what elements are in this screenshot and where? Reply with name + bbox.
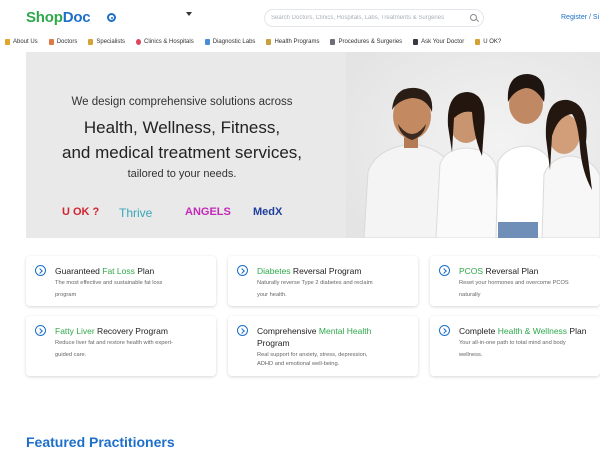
nav-label: Diagnostic Labs <box>212 39 256 45</box>
search-icon[interactable] <box>470 14 477 21</box>
nav-diagnostic-labs[interactable]: Diagnostic Labs <box>204 39 256 45</box>
hero-title-line-2: and medical treatment services, <box>62 143 302 162</box>
title-highlight: Mental Health <box>318 326 372 336</box>
arrow-circle-icon <box>35 265 46 276</box>
program-title: PCOS Reversal Plan <box>459 265 600 277</box>
nav-label: Health Programs <box>274 39 320 45</box>
shopdoc-logo[interactable]: ShopDoc <box>26 9 91 26</box>
program-description: Reduce liver fat and restore health with… <box>55 340 173 346</box>
title-text: Program <box>257 338 290 348</box>
title-text: Complete <box>459 326 498 336</box>
program-title: Comprehensive Mental Health Program <box>257 325 413 349</box>
title-highlight: Fatty Liver <box>55 326 95 336</box>
nav-clinics-hospitals[interactable]: Clinics & Hospitals <box>136 39 194 45</box>
title-text: Guaranteed <box>55 266 103 276</box>
program-card-fatty-liver[interactable]: Fatty Liver Recovery Program Reduce live… <box>26 316 216 376</box>
program-card-mental-health[interactable]: Comprehensive Mental Health Program Real … <box>228 316 418 376</box>
program-description: Your all-in-one path to total mind and b… <box>459 340 566 346</box>
hero-title: Health, Wellness, Fitness, and medical t… <box>26 115 338 165</box>
brand-medx-logo[interactable]: MedX <box>253 206 282 218</box>
title-text: Plan <box>134 266 155 276</box>
nav-u-ok[interactable]: U OK? <box>475 39 501 45</box>
nav-health-programs[interactable]: Health Programs <box>266 39 319 45</box>
boy-jeans <box>498 222 538 238</box>
girl-dress <box>435 147 499 238</box>
title-highlight: Diabetes <box>257 266 291 276</box>
brand-logos: U OK ? Thrive ANGELS MedX <box>62 206 302 222</box>
lab-icon <box>204 39 210 45</box>
heart-icon <box>475 39 481 45</box>
arrow-circle-icon <box>35 325 46 336</box>
title-highlight: Health & Wellness <box>497 326 568 336</box>
family-photo <box>346 52 600 238</box>
doctor-icon <box>48 39 54 45</box>
program-description: naturally <box>459 292 481 298</box>
specialist-icon <box>88 39 94 45</box>
title-text: Reversal Plan <box>483 266 539 276</box>
title-highlight: PCOS <box>459 266 484 276</box>
program-description: program <box>55 292 77 298</box>
title-text: Plan <box>567 326 587 336</box>
program-description: wellness. <box>459 352 483 358</box>
register-signin-link[interactable]: Register / Si <box>561 14 599 21</box>
program-icon <box>266 39 272 45</box>
brand-uok-logo[interactable]: U OK ? <box>62 206 99 218</box>
nav-ask-your-doctor[interactable]: Ask Your Doctor <box>413 39 464 45</box>
nav-procedures-surgeries[interactable]: Procedures & Surgeries <box>330 39 402 45</box>
hero-title-line-1: Health, Wellness, Fitness, <box>83 118 281 137</box>
program-title: Complete Health & Wellness Plan <box>459 325 600 337</box>
arrow-circle-icon <box>237 325 248 336</box>
procedure-icon <box>330 39 336 45</box>
hero-banner: We design comprehensive solutions across… <box>26 52 600 238</box>
arrow-circle-icon <box>439 325 450 336</box>
arrow-circle-icon <box>439 265 450 276</box>
nav-about-us[interactable]: About Us <box>5 39 38 45</box>
nav-label: Procedures & Surgeries <box>338 39 403 45</box>
logo-shop-text: Shop <box>26 9 63 26</box>
featured-practitioners-heading: Featured Practitioners <box>26 434 175 450</box>
program-description: The most effective and sustainable fat l… <box>55 280 163 286</box>
chevron-down-icon[interactable] <box>186 12 192 16</box>
nav-label: Specialists <box>96 39 126 45</box>
program-description: ADHD and emotional well-being. <box>257 361 340 367</box>
woman-top <box>541 155 600 238</box>
brand-thrive-logo[interactable]: Thrive <box>119 206 152 220</box>
main-nav: About Us Doctors Specialists Clinics & H… <box>0 34 600 50</box>
program-description: Reset your hormones and overcome PCOS <box>459 280 569 286</box>
logo-doc-text: Doc <box>62 9 91 26</box>
program-description: guided care. <box>55 352 87 358</box>
hospital-icon <box>136 39 142 45</box>
nav-doctors[interactable]: Doctors <box>48 39 78 45</box>
nav-label: About Us <box>13 39 38 45</box>
title-text: Reversal Program <box>290 266 362 276</box>
top-header: ShopDoc Register / Si <box>0 0 600 34</box>
title-text: Comprehensive <box>257 326 319 336</box>
program-card-diabetes[interactable]: Diabetes Reversal Program Naturally reve… <box>228 256 418 306</box>
title-text: Recovery Program <box>94 326 168 336</box>
hero-tagline: tailored to your needs. <box>127 168 237 180</box>
program-card-pcos[interactable]: PCOS Reversal Plan Reset your hormones a… <box>430 256 600 306</box>
program-card-health-wellness[interactable]: Complete Health & Wellness Plan Your all… <box>430 316 600 376</box>
chat-icon <box>413 39 419 45</box>
program-title: Fatty Liver Recovery Program <box>55 325 211 337</box>
program-description: your health. <box>257 292 287 298</box>
program-title: Diabetes Reversal Program <box>257 265 413 277</box>
arrow-circle-icon <box>237 265 248 276</box>
hero-subtitle: We design comprehensive solutions across <box>71 96 293 108</box>
nav-label: Doctors <box>56 39 78 45</box>
program-card-fat-loss[interactable]: Guaranteed Fat Loss Plan The most effect… <box>26 256 216 306</box>
nav-specialists[interactable]: Specialists <box>88 39 125 45</box>
nav-label: U OK? <box>483 39 502 45</box>
info-icon <box>5 39 10 45</box>
nav-label: Clinics & Hospitals <box>144 39 194 45</box>
search-bar[interactable] <box>264 9 484 27</box>
location-icon[interactable] <box>107 13 116 22</box>
program-title: Guaranteed Fat Loss Plan <box>55 265 211 277</box>
title-highlight: Fat Loss <box>102 266 135 276</box>
search-input[interactable] <box>271 12 467 24</box>
program-description: Real support for anxiety, stress, depres… <box>257 352 368 358</box>
brand-angels-logo[interactable]: ANGELS <box>185 206 231 218</box>
program-description: Naturally reverse Type 2 diabetes and re… <box>257 280 373 286</box>
nav-label: Ask Your Doctor <box>421 39 465 45</box>
